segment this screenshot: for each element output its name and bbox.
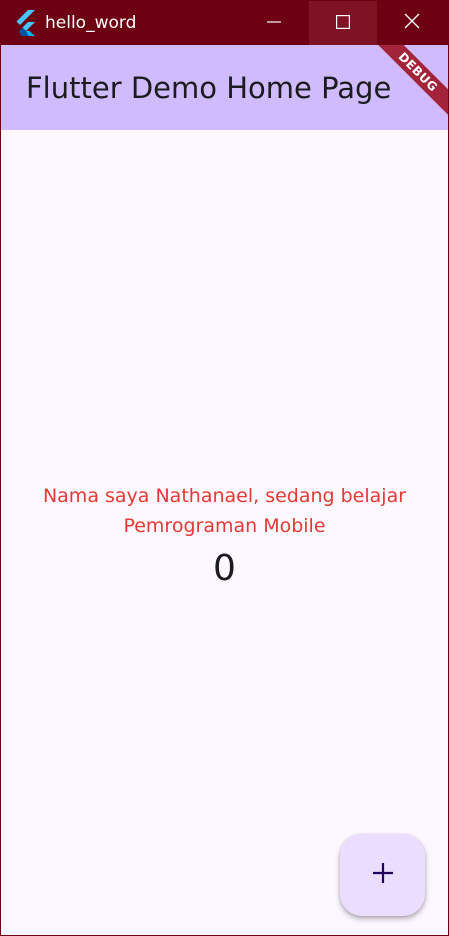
increment-fab-button[interactable] [340,834,425,916]
window-title: hello_word [45,13,137,33]
intro-message: Nama saya Nathanael, sedang belajar Pemr… [42,485,407,537]
window-titlebar[interactable]: hello_word [1,1,448,45]
plus-icon [371,861,395,889]
flutter-logo-icon [15,10,37,36]
minimize-button[interactable] [240,1,308,45]
maximize-icon [336,14,351,33]
app-bar: Flutter Demo Home Page DEBUG [1,45,448,130]
app-window: hello_word Flutter Demo Home Page DEBUG … [0,0,449,936]
counter-value: 0 [213,548,236,589]
minimize-icon [267,14,281,33]
maximize-button[interactable] [309,1,377,45]
close-icon [404,13,420,33]
close-button[interactable] [378,1,446,45]
main-content: Nama saya Nathanael, sedang belajar Pemr… [1,130,448,935]
page-title: Flutter Demo Home Page [26,71,392,105]
